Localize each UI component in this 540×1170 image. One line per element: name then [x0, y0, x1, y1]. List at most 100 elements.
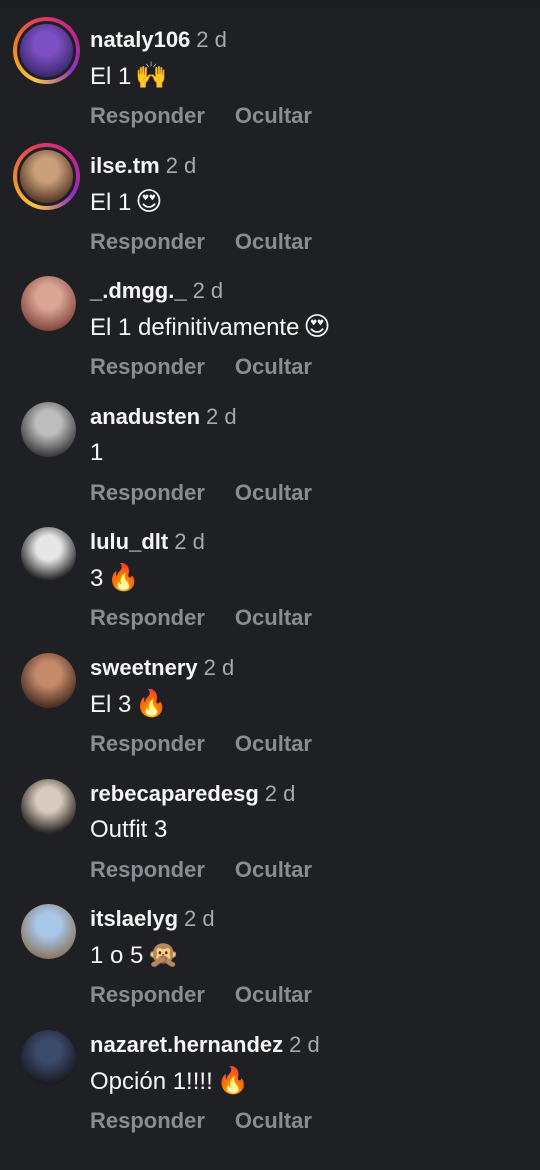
avatar-image	[21, 401, 76, 457]
avatar-image	[21, 527, 76, 583]
timestamp: 2 d	[264, 780, 296, 806]
username[interactable]: lulu_dlt	[90, 529, 168, 554]
comment-item: rebecaparedesg 2 d Outfit 3 Responder Ocul…	[0, 774, 540, 900]
comment-actions: Responder Ocultar	[90, 730, 312, 758]
comment-actions: Responder Ocultar	[90, 479, 312, 507]
comment-text: Opción 1!!!! 🔥	[90, 1066, 249, 1097]
comment-meta: sweetnery 2 d	[90, 654, 234, 682]
avatar[interactable]	[21, 527, 76, 583]
avatar[interactable]	[21, 652, 76, 708]
comment-actions: Responder Ocultar	[90, 981, 312, 1009]
hide-button[interactable]: Ocultar	[235, 103, 312, 128]
comment-meta: itslaelyg 2 d	[90, 905, 215, 933]
timestamp: 2 d	[165, 152, 197, 178]
top-edge	[0, 0, 540, 8]
timestamp: 2 d	[196, 27, 227, 52]
comment-actions: Responder Ocultar	[90, 856, 312, 884]
hide-button[interactable]: Ocultar	[235, 1108, 312, 1133]
avatar[interactable]	[13, 17, 80, 84]
timestamp: 2 d	[206, 403, 237, 429]
emoji: 🔥	[107, 563, 140, 594]
comment-body: El 1	[90, 63, 132, 90]
comment-text: Outfit 3	[90, 815, 167, 845]
hide-button[interactable]: Ocultar	[235, 480, 312, 505]
comment-item: itslaelyg 2 d 1 o 5 🙊 Responder Ocultar	[0, 899, 540, 1025]
timestamp: 2 d	[289, 1031, 320, 1057]
reply-button[interactable]: Responder	[90, 103, 205, 128]
username[interactable]: nataly106	[90, 27, 190, 52]
username[interactable]: itslaelyg	[90, 906, 178, 931]
comment-meta: lulu_dlt 2 d	[90, 528, 205, 556]
emoji: 🙊	[147, 940, 180, 971]
comment-meta: rebecaparedesg 2 d	[90, 780, 295, 808]
comment-body: 1	[90, 438, 104, 466]
comment-body: 3	[90, 565, 104, 593]
avatar-image	[21, 1029, 76, 1085]
avatar-image	[17, 21, 76, 80]
reply-button[interactable]: Responder	[90, 857, 205, 882]
avatar[interactable]	[21, 1029, 76, 1085]
comment-body: Opción 1!!!!	[90, 1067, 213, 1095]
avatar[interactable]	[21, 904, 76, 960]
comment-item: sweetnery 2 d El 3 🔥 Responder Ocultar	[0, 648, 540, 774]
hide-button[interactable]: Ocultar	[235, 354, 312, 379]
username[interactable]: rebecaparedesg	[90, 781, 259, 806]
comment-body: Outfit 3	[90, 815, 168, 843]
timestamp: 2 d	[184, 906, 215, 932]
username[interactable]: ilse.tm	[90, 153, 160, 178]
emoji: 🔥	[135, 688, 168, 719]
comment-text: El 3 🔥	[90, 689, 168, 720]
username[interactable]: nazaret.hernandez	[90, 1032, 283, 1057]
reply-button[interactable]: Responder	[90, 480, 205, 505]
hide-button[interactable]: Ocultar	[235, 982, 312, 1007]
comment-meta: anadusten 2 d	[90, 403, 237, 431]
username[interactable]: _.dmgg._	[90, 278, 187, 303]
comment-meta: nataly106 2 d	[90, 26, 227, 54]
comment-item: anadusten 2 d 1 Responder Ocultar	[0, 397, 540, 523]
comment-body: El 1 definitivamente	[90, 314, 300, 342]
comment-actions: Responder Ocultar	[90, 228, 312, 256]
avatar[interactable]	[21, 276, 76, 332]
comment-text: El 1 definitivamente 😍	[90, 312, 331, 343]
avatar[interactable]	[21, 401, 76, 457]
emoji: 🙌	[135, 61, 168, 91]
hide-button[interactable]: Ocultar	[235, 857, 312, 882]
avatar-image	[21, 904, 76, 960]
comment-item: _.dmgg._ 2 d El 1 definitivamente 😍 Respon…	[0, 271, 540, 397]
emoji: 😍	[135, 186, 163, 217]
avatar-image	[21, 652, 76, 708]
comment-meta: ilse.tm 2 d	[90, 152, 196, 180]
comment-item: ilse.tm 2 d El 1 😍 Responder Ocultar	[0, 142, 540, 272]
username[interactable]: anadusten	[90, 404, 200, 429]
emoji: 🔥	[216, 1065, 250, 1096]
hide-button[interactable]: Ocultar	[235, 229, 312, 254]
username[interactable]: sweetnery	[90, 655, 198, 680]
comment-actions: Responder Ocultar	[90, 604, 312, 632]
reply-button[interactable]: Responder	[90, 354, 205, 379]
comment-item: nataly106 2 d El 1 🙌 Responder Ocultar	[0, 17, 540, 146]
avatar-image	[17, 146, 76, 206]
comment-body: El 3	[90, 690, 132, 718]
reply-button[interactable]: Responder	[90, 229, 205, 254]
emoji: 😍	[303, 312, 331, 343]
avatar[interactable]	[21, 778, 76, 834]
reply-button[interactable]: Responder	[90, 731, 205, 756]
comment-meta: _.dmgg._ 2 d	[90, 277, 223, 305]
comment-actions: Responder Ocultar	[90, 353, 312, 381]
reply-button[interactable]: Responder	[90, 605, 205, 630]
hide-button[interactable]: Ocultar	[235, 731, 312, 756]
reply-button[interactable]: Responder	[90, 982, 205, 1007]
comment-text: 3 🔥	[90, 563, 140, 594]
comment-item: nazaret.hernandez 2 d Opción 1!!!! 🔥 Respo…	[0, 1025, 540, 1151]
comment-text: El 1 🙌	[90, 61, 168, 92]
bottom-edge	[0, 1140, 540, 1170]
comment-text: 1 o 5 🙊	[90, 940, 180, 971]
comment-item: lulu_dlt 2 d 3 🔥 Responder Ocultar	[0, 522, 540, 648]
comment-body: El 1	[90, 188, 132, 216]
comment-text: 1	[90, 438, 103, 468]
comment-text: El 1 😍	[90, 187, 162, 218]
avatar[interactable]	[13, 142, 80, 210]
hide-button[interactable]: Ocultar	[235, 605, 312, 630]
comment-actions: Responder Ocultar	[90, 1107, 312, 1135]
reply-button[interactable]: Responder	[90, 1108, 205, 1133]
